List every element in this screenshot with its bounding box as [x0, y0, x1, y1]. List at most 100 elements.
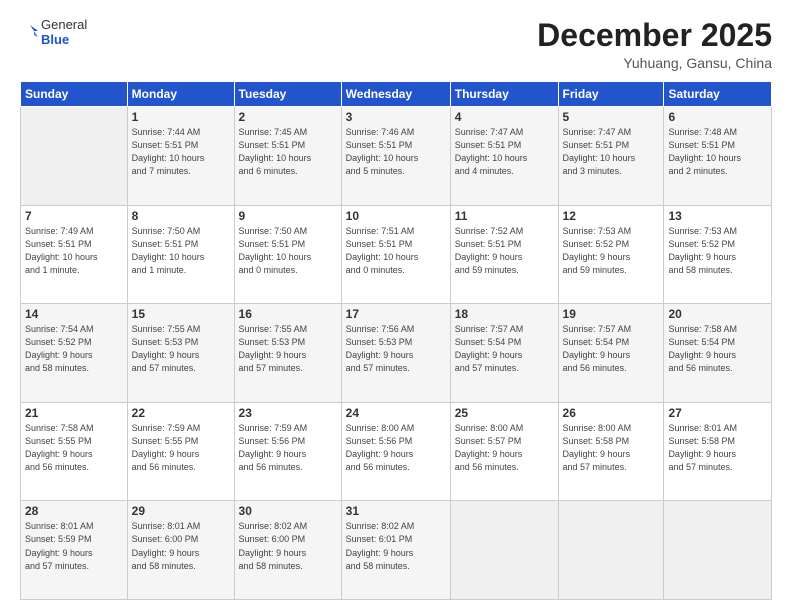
- day-number: 27: [668, 406, 767, 420]
- calendar-cell: 30 Sunrise: 8:02 AMSunset: 6:00 PMDayligh…: [234, 501, 341, 600]
- day-info: Sunrise: 7:45 AMSunset: 5:51 PMDaylight:…: [239, 126, 337, 178]
- day-number: 30: [239, 504, 337, 518]
- calendar-cell: [664, 501, 772, 600]
- calendar-table: SundayMondayTuesdayWednesdayThursdayFrid…: [20, 81, 772, 600]
- calendar-cell: 27Sunrise: 8:01 AMSunset: 5:58 PMDayligh…: [664, 402, 772, 501]
- calendar-cell: 3Sunrise: 7:46 AMSunset: 5:51 PMDaylight…: [341, 107, 450, 206]
- day-number: 7: [25, 209, 123, 223]
- day-info: Sunrise: 7:54 AMSunset: 5:52 PMDaylight:…: [25, 323, 123, 375]
- day-info: Sunrise: 7:57 AMSunset: 5:54 PMDaylight:…: [455, 323, 554, 375]
- day-number: 15: [132, 307, 230, 321]
- day-number: 4: [455, 110, 554, 124]
- day-number: 29: [132, 504, 230, 518]
- logo-text: General Blue: [20, 18, 87, 48]
- calendar-cell: 19 Sunrise: 7:57 AMSunset: 5:54 PMDayligh…: [558, 304, 664, 403]
- day-info: Sunrise: 7:55 AMSunset: 5:53 PMDaylight:…: [132, 323, 230, 375]
- day-number: 14: [25, 307, 123, 321]
- calendar-cell: [558, 501, 664, 600]
- month-title: December 2025: [537, 18, 772, 53]
- logo: General Blue: [20, 18, 87, 48]
- day-info: Sunrise: 7:53 AMSunset: 5:52 PMDaylight:…: [563, 225, 660, 277]
- day-info: Sunrise: 8:01 AMSunset: 6:00 PMDaylight:…: [132, 520, 230, 572]
- calendar-cell: 13 Sunrise: 7:53 AMSunset: 5:52 PMDayligh…: [664, 205, 772, 304]
- calendar-cell: 16Sunrise: 7:55 AMSunset: 5:53 PMDayligh…: [234, 304, 341, 403]
- day-info: Sunrise: 7:49 AMSunset: 5:51 PMDaylight:…: [25, 225, 123, 277]
- day-number: 11: [455, 209, 554, 223]
- calendar-cell: 14 Sunrise: 7:54 AMSunset: 5:52 PMDayligh…: [21, 304, 128, 403]
- calendar-cell: [21, 107, 128, 206]
- title-block: December 2025 Yuhuang, Gansu, China: [537, 18, 772, 71]
- calendar-cell: 24 Sunrise: 8:00 AMSunset: 5:56 PMDayligh…: [341, 402, 450, 501]
- day-info: Sunrise: 8:02 AMSunset: 6:01 PMDaylight:…: [346, 520, 446, 572]
- logo-blue: Blue: [41, 33, 87, 48]
- day-number: 22: [132, 406, 230, 420]
- day-number: 21: [25, 406, 123, 420]
- calendar-cell: 9 Sunrise: 7:50 AMSunset: 5:51 PMDaylight…: [234, 205, 341, 304]
- calendar-cell: 11 Sunrise: 7:52 AMSunset: 5:51 PMDayligh…: [450, 205, 558, 304]
- day-number: 13: [668, 209, 767, 223]
- day-info: Sunrise: 8:00 AMSunset: 5:58 PMDaylight:…: [563, 422, 660, 474]
- day-info: Sunrise: 7:51 AMSunset: 5:51 PMDaylight:…: [346, 225, 446, 277]
- calendar-cell: 22 Sunrise: 7:59 AMSunset: 5:55 PMDayligh…: [127, 402, 234, 501]
- day-info: Sunrise: 7:55 AMSunset: 5:53 PMDaylight:…: [239, 323, 337, 375]
- calendar-cell: 20 Sunrise: 7:58 AMSunset: 5:54 PMDayligh…: [664, 304, 772, 403]
- calendar-cell: 29 Sunrise: 8:01 AMSunset: 6:00 PMDayligh…: [127, 501, 234, 600]
- day-info: Sunrise: 7:58 AMSunset: 5:55 PMDaylight:…: [25, 422, 123, 474]
- day-info: Sunrise: 8:00 AMSunset: 5:57 PMDaylight:…: [455, 422, 554, 474]
- day-number: 26: [563, 406, 660, 420]
- day-of-week-header: Wednesday: [341, 82, 450, 107]
- day-info: Sunrise: 7:44 AMSunset: 5:51 PMDaylight:…: [132, 126, 230, 178]
- day-of-week-header: Sunday: [21, 82, 128, 107]
- day-info: Sunrise: 7:52 AMSunset: 5:51 PMDaylight:…: [455, 225, 554, 277]
- calendar-cell: 5Sunrise: 7:47 AMSunset: 5:51 PMDaylight…: [558, 107, 664, 206]
- day-number: 17: [346, 307, 446, 321]
- day-number: 2: [239, 110, 337, 124]
- calendar-cell: 8 Sunrise: 7:50 AMSunset: 5:51 PMDaylight…: [127, 205, 234, 304]
- page-header: General Blue December 2025 Yuhuang, Gans…: [20, 18, 772, 71]
- calendar-cell: [450, 501, 558, 600]
- day-info: Sunrise: 7:47 AMSunset: 5:51 PMDaylight:…: [563, 126, 660, 178]
- day-number: 23: [239, 406, 337, 420]
- calendar-cell: 21 Sunrise: 7:58 AMSunset: 5:55 PMDayligh…: [21, 402, 128, 501]
- day-of-week-header: Monday: [127, 82, 234, 107]
- day-info: Sunrise: 8:02 AMSunset: 6:00 PMDaylight:…: [239, 520, 337, 572]
- day-info: Sunrise: 7:59 AMSunset: 5:55 PMDaylight:…: [132, 422, 230, 474]
- day-info: Sunrise: 7:50 AMSunset: 5:51 PMDaylight:…: [239, 225, 337, 277]
- day-number: 18: [455, 307, 554, 321]
- calendar-cell: 23Sunrise: 7:59 AMSunset: 5:56 PMDayligh…: [234, 402, 341, 501]
- calendar-cell: 26 Sunrise: 8:00 AMSunset: 5:58 PMDayligh…: [558, 402, 664, 501]
- day-number: 9: [239, 209, 337, 223]
- day-number: 12: [563, 209, 660, 223]
- day-info: Sunrise: 7:57 AMSunset: 5:54 PMDaylight:…: [563, 323, 660, 375]
- day-number: 19: [563, 307, 660, 321]
- calendar-cell: 28Sunrise: 8:01 AMSunset: 5:59 PMDayligh…: [21, 501, 128, 600]
- day-of-week-header: Saturday: [664, 82, 772, 107]
- calendar-cell: 2 Sunrise: 7:45 AMSunset: 5:51 PMDaylight…: [234, 107, 341, 206]
- day-info: Sunrise: 7:53 AMSunset: 5:52 PMDaylight:…: [668, 225, 767, 277]
- calendar-cell: 6Sunrise: 7:48 AMSunset: 5:51 PMDaylight…: [664, 107, 772, 206]
- day-number: 8: [132, 209, 230, 223]
- day-info: Sunrise: 7:47 AMSunset: 5:51 PMDaylight:…: [455, 126, 554, 178]
- day-info: Sunrise: 7:48 AMSunset: 5:51 PMDaylight:…: [668, 126, 767, 178]
- day-info: Sunrise: 7:58 AMSunset: 5:54 PMDaylight:…: [668, 323, 767, 375]
- calendar-cell: 4 Sunrise: 7:47 AMSunset: 5:51 PMDaylight…: [450, 107, 558, 206]
- calendar-cell: 31 Sunrise: 8:02 AMSunset: 6:01 PMDayligh…: [341, 501, 450, 600]
- day-number: 28: [25, 504, 123, 518]
- logo-general: General: [41, 18, 87, 33]
- calendar-cell: 25 Sunrise: 8:00 AMSunset: 5:57 PMDayligh…: [450, 402, 558, 501]
- logo-bird-icon: [20, 23, 38, 43]
- location: Yuhuang, Gansu, China: [537, 55, 772, 71]
- day-number: 31: [346, 504, 446, 518]
- day-number: 25: [455, 406, 554, 420]
- calendar-cell: 15 Sunrise: 7:55 AMSunset: 5:53 PMDayligh…: [127, 304, 234, 403]
- day-number: 24: [346, 406, 446, 420]
- calendar-cell: 7 Sunrise: 7:49 AMSunset: 5:51 PMDaylight…: [21, 205, 128, 304]
- day-of-week-header: Thursday: [450, 82, 558, 107]
- day-number: 1: [132, 110, 230, 124]
- calendar-cell: 17Sunrise: 7:56 AMSunset: 5:53 PMDayligh…: [341, 304, 450, 403]
- calendar-cell: 18 Sunrise: 7:57 AMSunset: 5:54 PMDayligh…: [450, 304, 558, 403]
- day-info: Sunrise: 8:00 AMSunset: 5:56 PMDaylight:…: [346, 422, 446, 474]
- calendar-cell: 10Sunrise: 7:51 AMSunset: 5:51 PMDayligh…: [341, 205, 450, 304]
- day-number: 20: [668, 307, 767, 321]
- day-info: Sunrise: 7:50 AMSunset: 5:51 PMDaylight:…: [132, 225, 230, 277]
